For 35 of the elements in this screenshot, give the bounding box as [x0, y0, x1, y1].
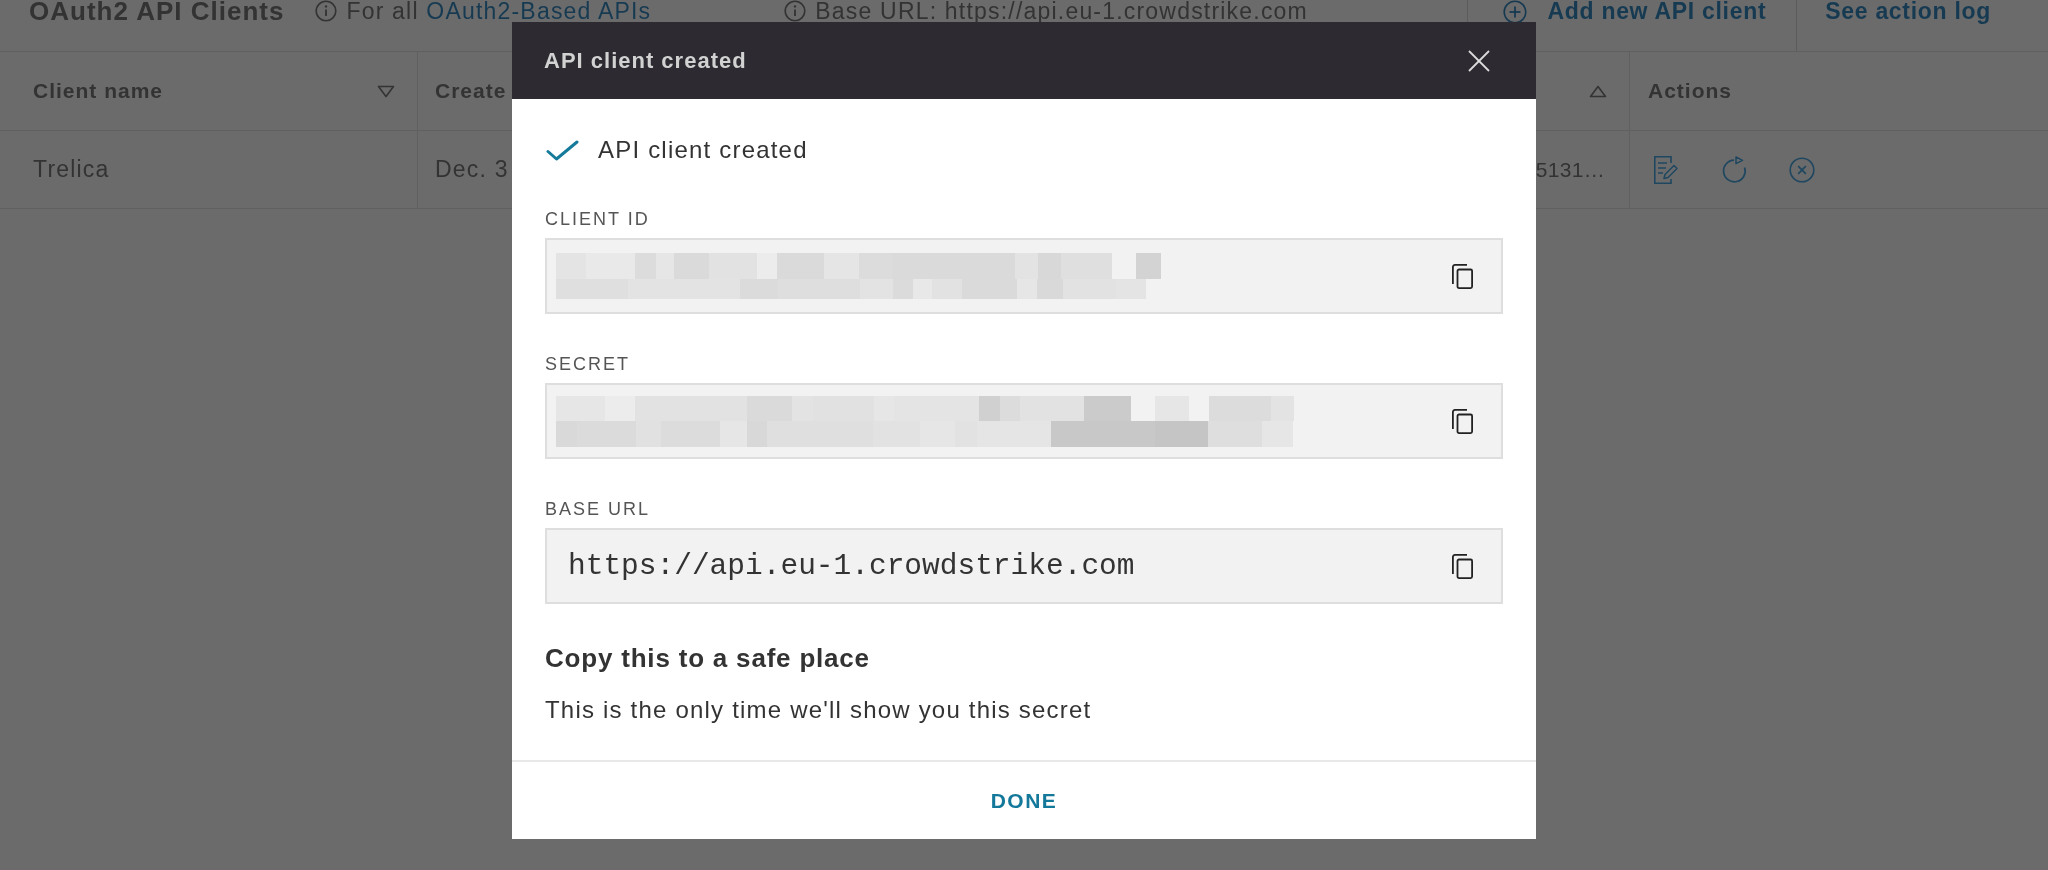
edit-icon[interactable] [1653, 154, 1679, 185]
read-only-field[interactable] [545, 238, 1503, 314]
docs-link[interactable]: OAuth2-Based APIs [426, 0, 652, 24]
notice-heading: Copy this to a safe place [545, 642, 870, 674]
info-text: For all OAuth2-Based APIs [346, 0, 652, 22]
circle-x-icon[interactable] [1789, 156, 1815, 183]
add-client-button[interactable]: Add new API client [1503, 0, 1767, 22]
action-log-button[interactable]: See action log [1825, 0, 1991, 22]
read-only-field[interactable]: https://api.eu-1.crowdstrike.com [545, 528, 1503, 604]
column-header[interactable]: Create [435, 79, 507, 103]
copy-icon [1451, 407, 1474, 435]
table-cell: 5131… [1535, 157, 1605, 182]
up-triangle-icon[interactable] [1589, 84, 1607, 98]
table-cell: Dec. 3 [435, 156, 509, 183]
copy-icon [1451, 552, 1474, 580]
checkmark-icon [546, 139, 579, 161]
dialog-title: API client created [544, 47, 747, 74]
plus-circle-icon [1503, 0, 1528, 24]
page-title: OAuth2 API Clients [29, 0, 285, 22]
copy-icon [1451, 262, 1474, 290]
field-label: CLIENT ID [545, 208, 650, 230]
status-message: API client created [598, 136, 808, 164]
down-triangle-icon[interactable] [377, 84, 395, 98]
read-only-field[interactable] [545, 383, 1503, 459]
table-cell: Trelica [33, 156, 110, 183]
close-icon [1467, 48, 1491, 73]
field-label: SECRET [545, 353, 630, 375]
field-label: BASE URL [545, 498, 651, 520]
notice-text: This is the only time we'll show you this secret [545, 696, 1092, 724]
column-header[interactable]: Client name [33, 79, 164, 103]
column-header[interactable]: Actions [1648, 79, 1732, 103]
info-icon [315, 0, 338, 22]
circular-arrow-icon[interactable] [1720, 155, 1748, 184]
base-url-text: Base URL: https://api.eu-1.crowdstrike.com [815, 0, 1308, 22]
done-button[interactable]: DONE [966, 778, 1082, 823]
